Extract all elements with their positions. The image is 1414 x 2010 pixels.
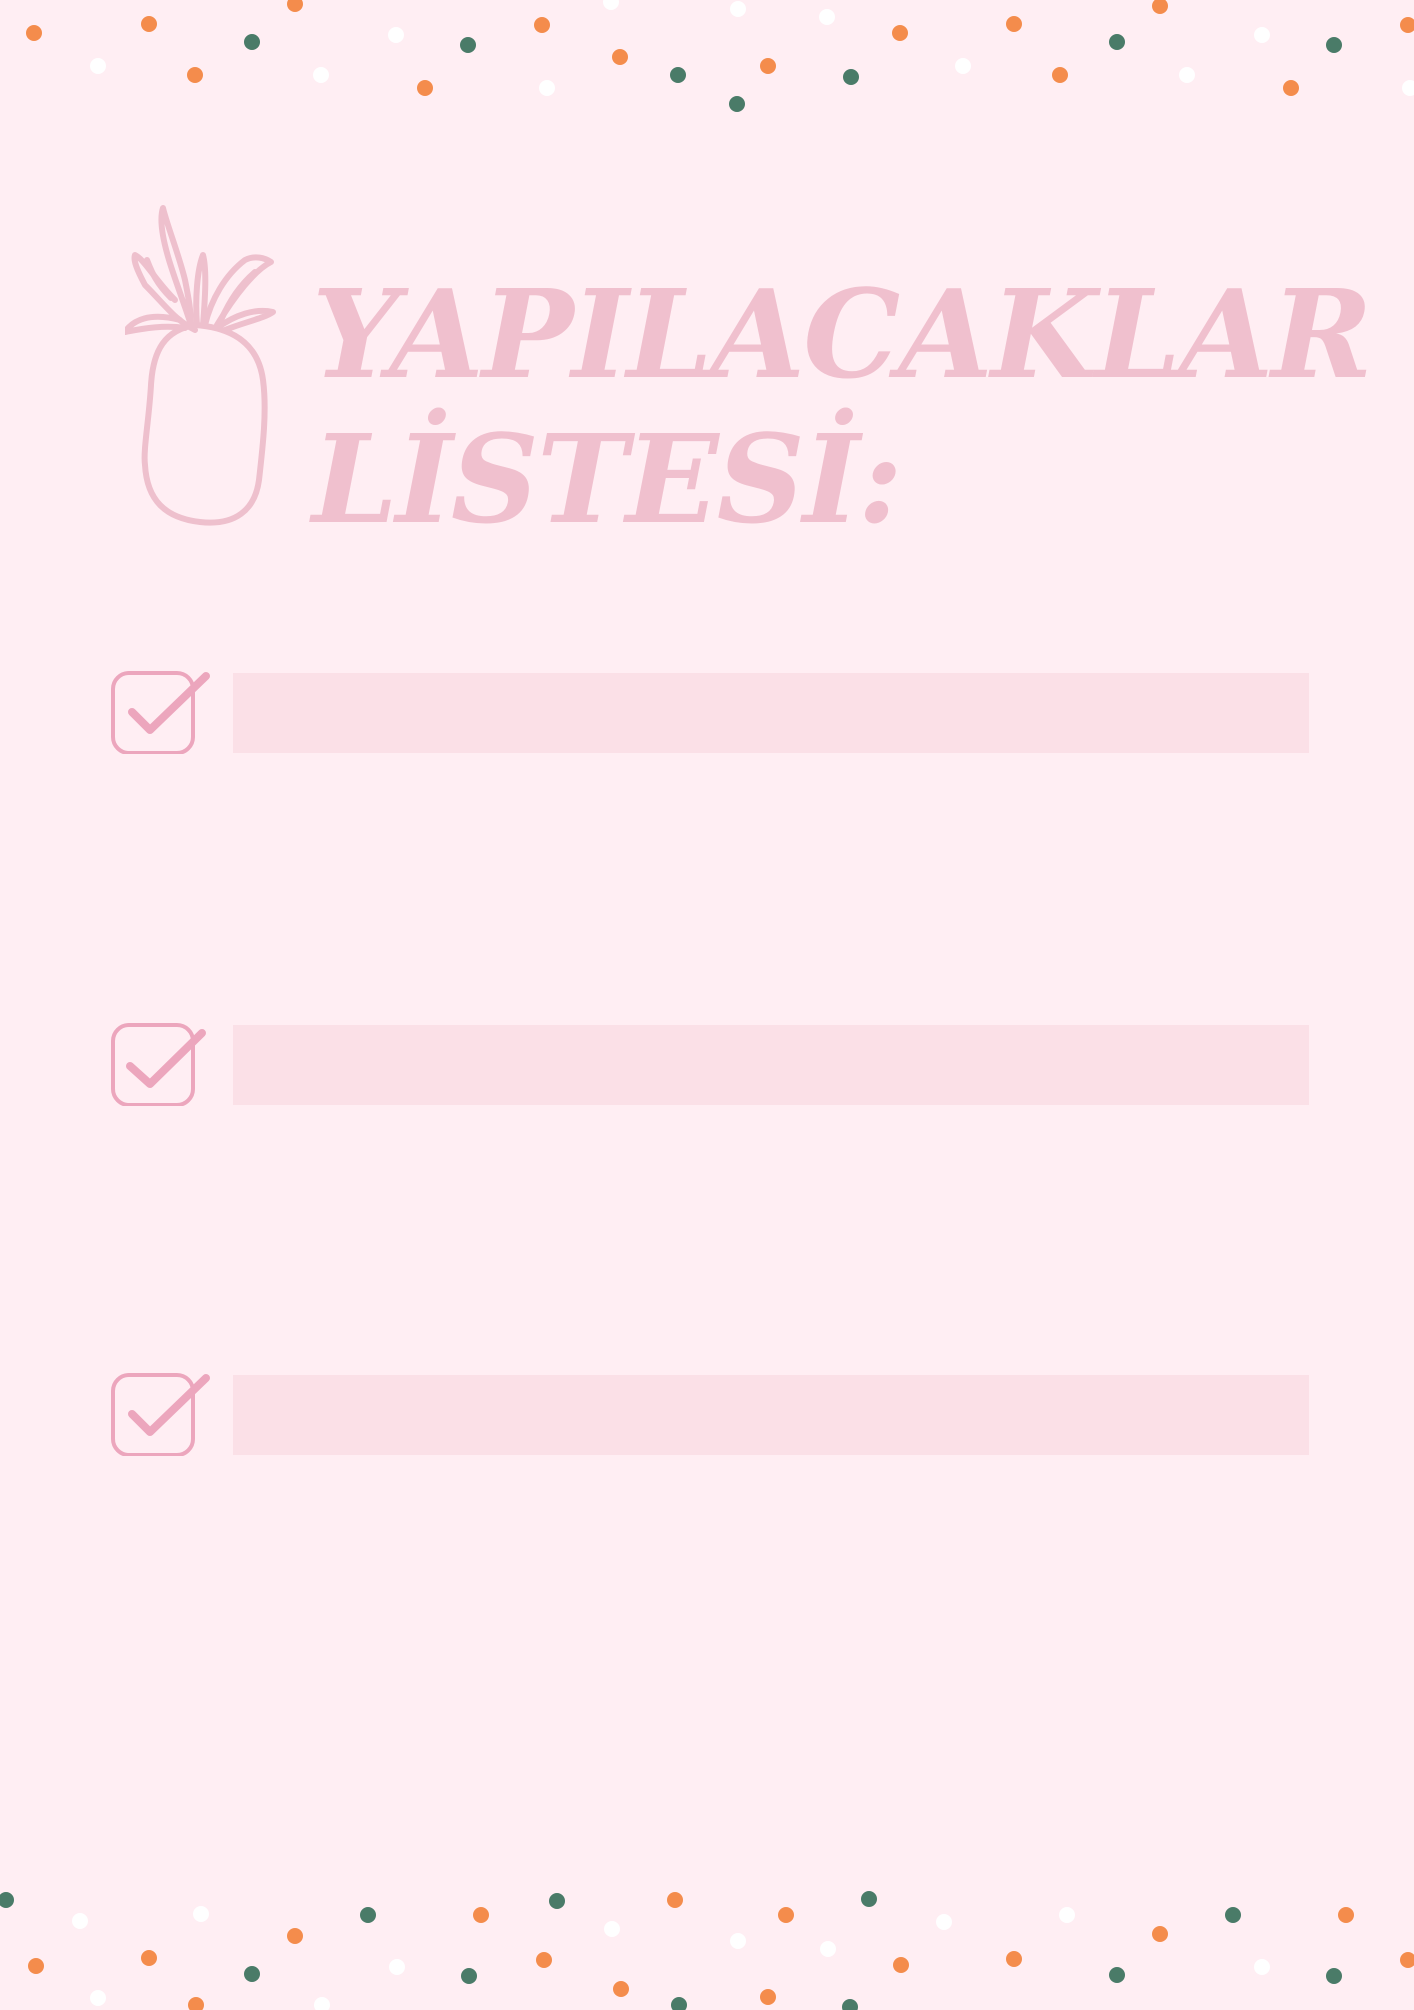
checkbox-checked-icon[interactable] — [110, 1016, 210, 1106]
checkbox-checked-icon[interactable] — [110, 664, 210, 754]
confetti-top — [26, 0, 1414, 112]
title-line-2: LİSTESİ: — [312, 407, 903, 551]
confetti-bottom — [0, 1891, 1414, 2010]
page-title: YAPILACAKLAR LİSTESİ: — [312, 262, 1373, 552]
todo-input-2[interactable] — [233, 1025, 1309, 1105]
todo-input-3[interactable] — [233, 1375, 1309, 1455]
checkbox-checked-icon[interactable] — [110, 1366, 210, 1456]
todo-item-2 — [110, 1016, 1310, 1106]
todo-input-1[interactable] — [233, 673, 1309, 753]
title-line-1: YAPILACAKLAR — [312, 262, 1373, 406]
todo-item-3 — [110, 1366, 1310, 1456]
todo-item-1 — [110, 664, 1310, 754]
pineapple-icon — [125, 205, 276, 526]
